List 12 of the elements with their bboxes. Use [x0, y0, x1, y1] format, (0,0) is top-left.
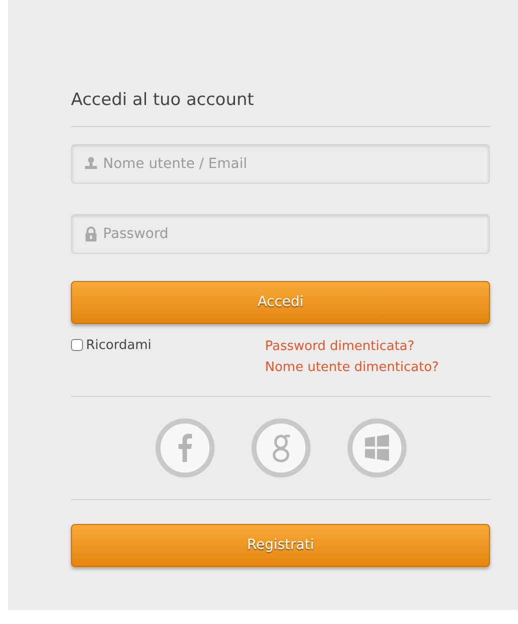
- form-title: Accedi al tuo account: [71, 88, 490, 126]
- forgot-link[interactable]: Nome utente dimenticato?: [265, 356, 439, 378]
- remember-label: Ricordami: [86, 336, 152, 354]
- password-field[interactable]: Password: [71, 214, 490, 254]
- forgot-link[interactable]: Password dimenticata?: [265, 336, 414, 356]
- windows-icon[interactable]: [346, 418, 406, 478]
- register-button[interactable]: Registrati: [71, 524, 490, 566]
- login-button[interactable]: Accedi: [71, 280, 490, 324]
- remember-checkbox[interactable]: [71, 338, 83, 350]
- google-icon[interactable]: [250, 418, 310, 478]
- username-field[interactable]: Nome utente / Email: [71, 144, 490, 184]
- facebook-icon[interactable]: [154, 418, 214, 478]
